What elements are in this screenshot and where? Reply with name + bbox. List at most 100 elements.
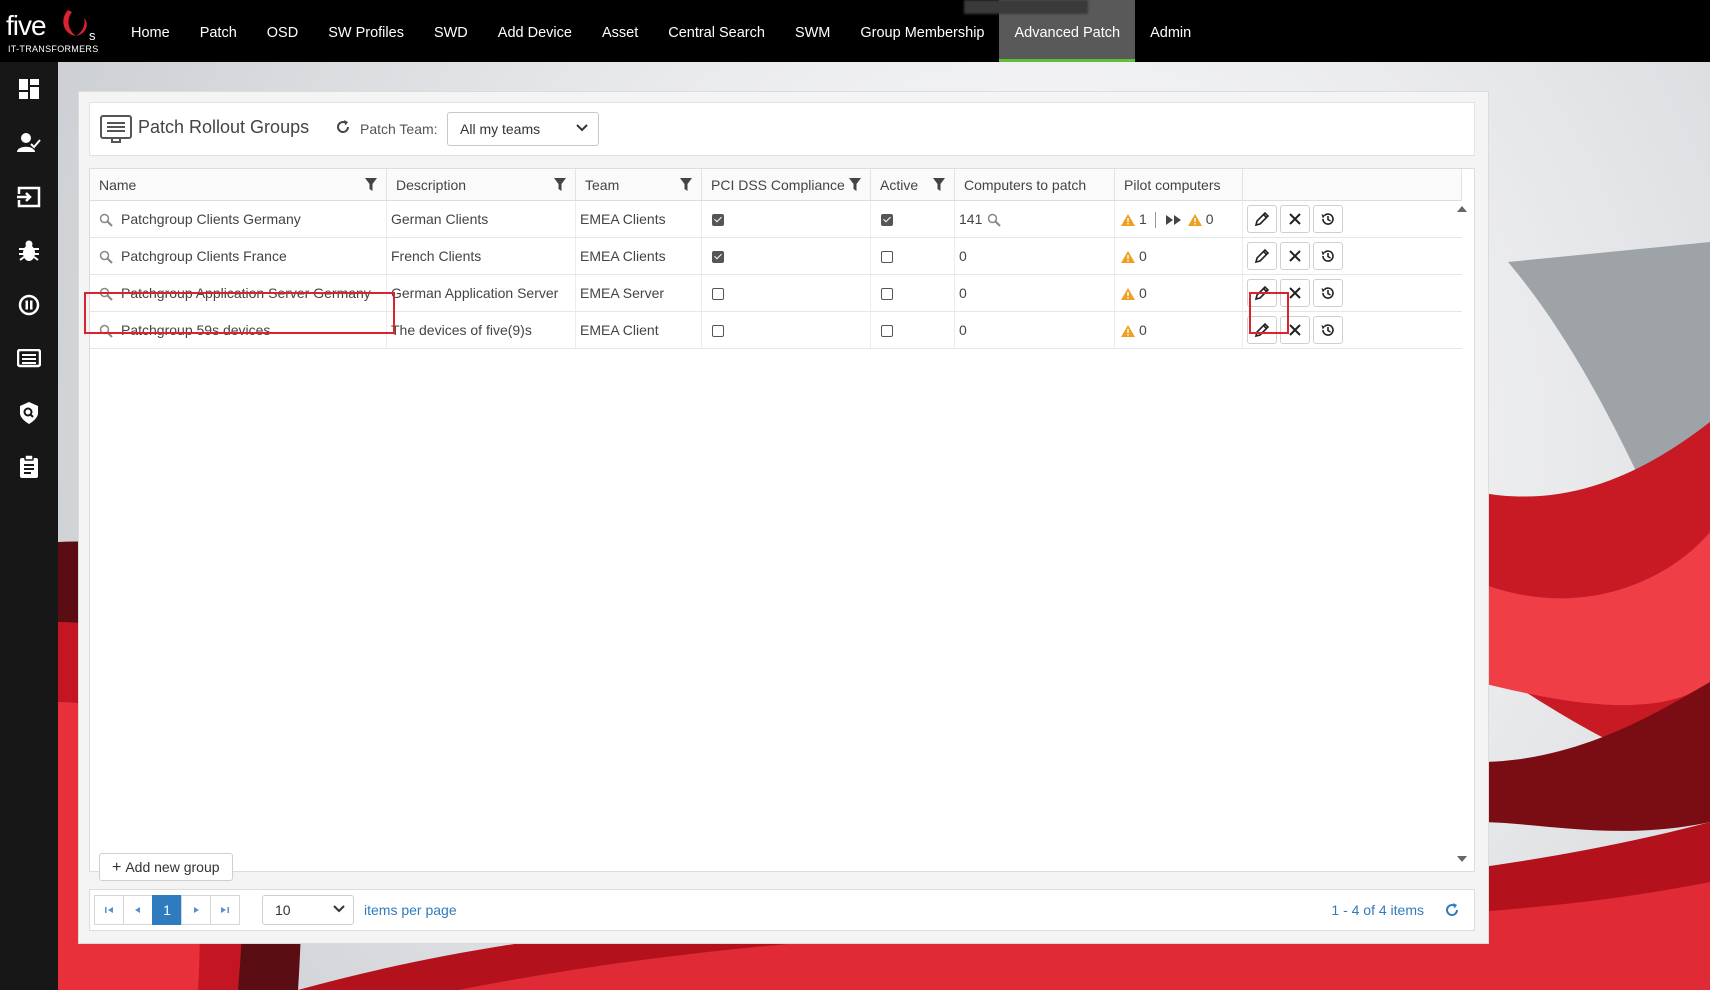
five-s-logo[interactable]: five s IT-TRANSFORMERS — [6, 6, 102, 56]
nav-osd[interactable]: OSD — [252, 0, 313, 62]
dashboard-icon — [19, 79, 39, 99]
column-header[interactable]: Team — [576, 169, 702, 200]
warning-icon — [1121, 325, 1135, 338]
group-team: EMEA Client — [580, 322, 659, 338]
refresh-icon[interactable] — [1444, 902, 1460, 918]
prev-page-button[interactable] — [123, 895, 153, 925]
active-cell — [871, 275, 955, 311]
nav-asset[interactable]: Asset — [587, 0, 653, 62]
refresh-icon[interactable] — [335, 119, 351, 135]
pause-circle-icon — [18, 294, 40, 316]
nav-sw-profiles[interactable]: SW Profiles — [313, 0, 419, 62]
sidebar-item-users[interactable] — [0, 116, 58, 170]
active-checkbox — [881, 325, 893, 338]
column-header[interactable]: Pilot computers — [1115, 169, 1243, 200]
bug-icon — [19, 240, 39, 261]
search-icon[interactable] — [987, 213, 1002, 228]
edit-button[interactable] — [1247, 242, 1277, 270]
patch-team-value: All my teams — [460, 121, 541, 137]
nav-add-device[interactable]: Add Device — [483, 0, 587, 62]
user-check-icon — [17, 133, 41, 152]
sidebar-item-security[interactable] — [0, 386, 58, 440]
next-page-button[interactable] — [181, 895, 211, 925]
edit-button[interactable] — [1247, 205, 1277, 233]
nav-admin[interactable]: Admin — [1135, 0, 1206, 62]
sidebar-item-rollout[interactable] — [0, 332, 58, 386]
add-new-group-label: Add new group — [125, 859, 220, 875]
computers-cell: 0 — [955, 238, 1115, 274]
filter-icon[interactable] — [849, 178, 861, 191]
computers-cell: 0 — [955, 275, 1115, 311]
highlight-edit-button — [1249, 292, 1289, 334]
nav-swm[interactable]: SWM — [780, 0, 845, 62]
table-row[interactable]: Patchgroup Clients Germany German Clients… — [90, 201, 1462, 238]
filter-icon[interactable] — [365, 178, 377, 191]
pci-dss-checkbox — [712, 214, 724, 227]
table-row[interactable]: Patchgroup Clients France French Clients E… — [90, 238, 1462, 275]
team-cell: EMEA Clients — [576, 201, 702, 237]
nav-swd[interactable]: SWD — [419, 0, 483, 62]
column-header-label: Team — [585, 177, 620, 193]
sidebar-item-bugs[interactable] — [0, 224, 58, 278]
filter-icon[interactable] — [680, 178, 692, 191]
column-header[interactable] — [1243, 169, 1462, 200]
active-cell — [871, 312, 955, 348]
left-sidebar — [0, 62, 58, 990]
search-icon[interactable] — [99, 250, 113, 265]
name-cell: Patchgroup Clients France — [90, 238, 387, 274]
group-name[interactable]: Patchgroup Clients France — [121, 248, 287, 264]
history-button[interactable] — [1313, 279, 1343, 307]
separator — [1154, 212, 1156, 229]
page-number-button[interactable]: 1 — [152, 895, 182, 925]
filter-icon[interactable] — [933, 178, 945, 191]
column-header[interactable]: Computers to patch — [955, 169, 1115, 200]
first-page-button[interactable] — [94, 895, 124, 925]
add-new-group-button[interactable]: + Add new group — [99, 853, 233, 881]
active-cell — [871, 238, 955, 274]
group-description: French Clients — [391, 248, 482, 264]
pilot-next-count: 0 — [1205, 211, 1214, 227]
scroll-up-icon[interactable] — [1456, 205, 1468, 213]
search-icon[interactable] — [99, 213, 113, 228]
pager: 1 10 items per page 1 - 4 of 4 items — [89, 889, 1475, 931]
filter-icon[interactable] — [554, 178, 566, 191]
sidebar-item-pause[interactable] — [0, 278, 58, 332]
nav-home[interactable]: Home — [116, 0, 185, 62]
first-page-icon — [105, 907, 113, 913]
team-cell: EMEA Client — [576, 312, 702, 348]
column-header[interactable]: Description — [387, 169, 576, 200]
patch-team-select[interactable]: All my teams — [447, 112, 599, 146]
history-button[interactable] — [1313, 316, 1343, 344]
column-header[interactable]: PCI DSS Compliance — [702, 169, 871, 200]
group-description: The devices of five(9)s — [391, 322, 532, 338]
nav-patch[interactable]: Patch — [185, 0, 252, 62]
history-button[interactable] — [1313, 205, 1343, 233]
page-size-select[interactable]: 10 — [262, 895, 354, 925]
plus-icon: + — [112, 859, 122, 876]
active-checkbox — [881, 214, 893, 227]
items-per-page-label: items per page — [364, 902, 457, 918]
close-icon — [1289, 213, 1301, 225]
pager-info: 1 - 4 of 4 items — [1331, 902, 1424, 918]
column-header-label: Pilot computers — [1124, 177, 1221, 193]
group-name[interactable]: Patchgroup Clients Germany — [121, 211, 301, 227]
last-page-button[interactable] — [210, 895, 240, 925]
list-window-icon — [17, 349, 41, 368]
delete-button[interactable] — [1280, 205, 1310, 233]
group-description: German Application Server — [391, 285, 559, 301]
column-header[interactable]: Active — [871, 169, 955, 200]
scroll-down-icon[interactable] — [1456, 855, 1468, 863]
sidebar-item-tasks[interactable] — [0, 440, 58, 494]
sidebar-item-login[interactable] — [0, 170, 58, 224]
clipboard-icon — [20, 455, 38, 478]
blurred-user-info — [964, 0, 1088, 14]
column-header-label: Description — [396, 177, 467, 193]
shield-search-icon — [20, 402, 38, 424]
description-cell: French Clients — [387, 238, 576, 274]
sidebar-item-dashboard[interactable] — [0, 62, 58, 116]
delete-button[interactable] — [1280, 242, 1310, 270]
column-header[interactable]: Name — [90, 169, 387, 200]
computers-cell: 141 — [955, 201, 1115, 237]
nav-central-search[interactable]: Central Search — [653, 0, 780, 62]
history-button[interactable] — [1313, 242, 1343, 270]
